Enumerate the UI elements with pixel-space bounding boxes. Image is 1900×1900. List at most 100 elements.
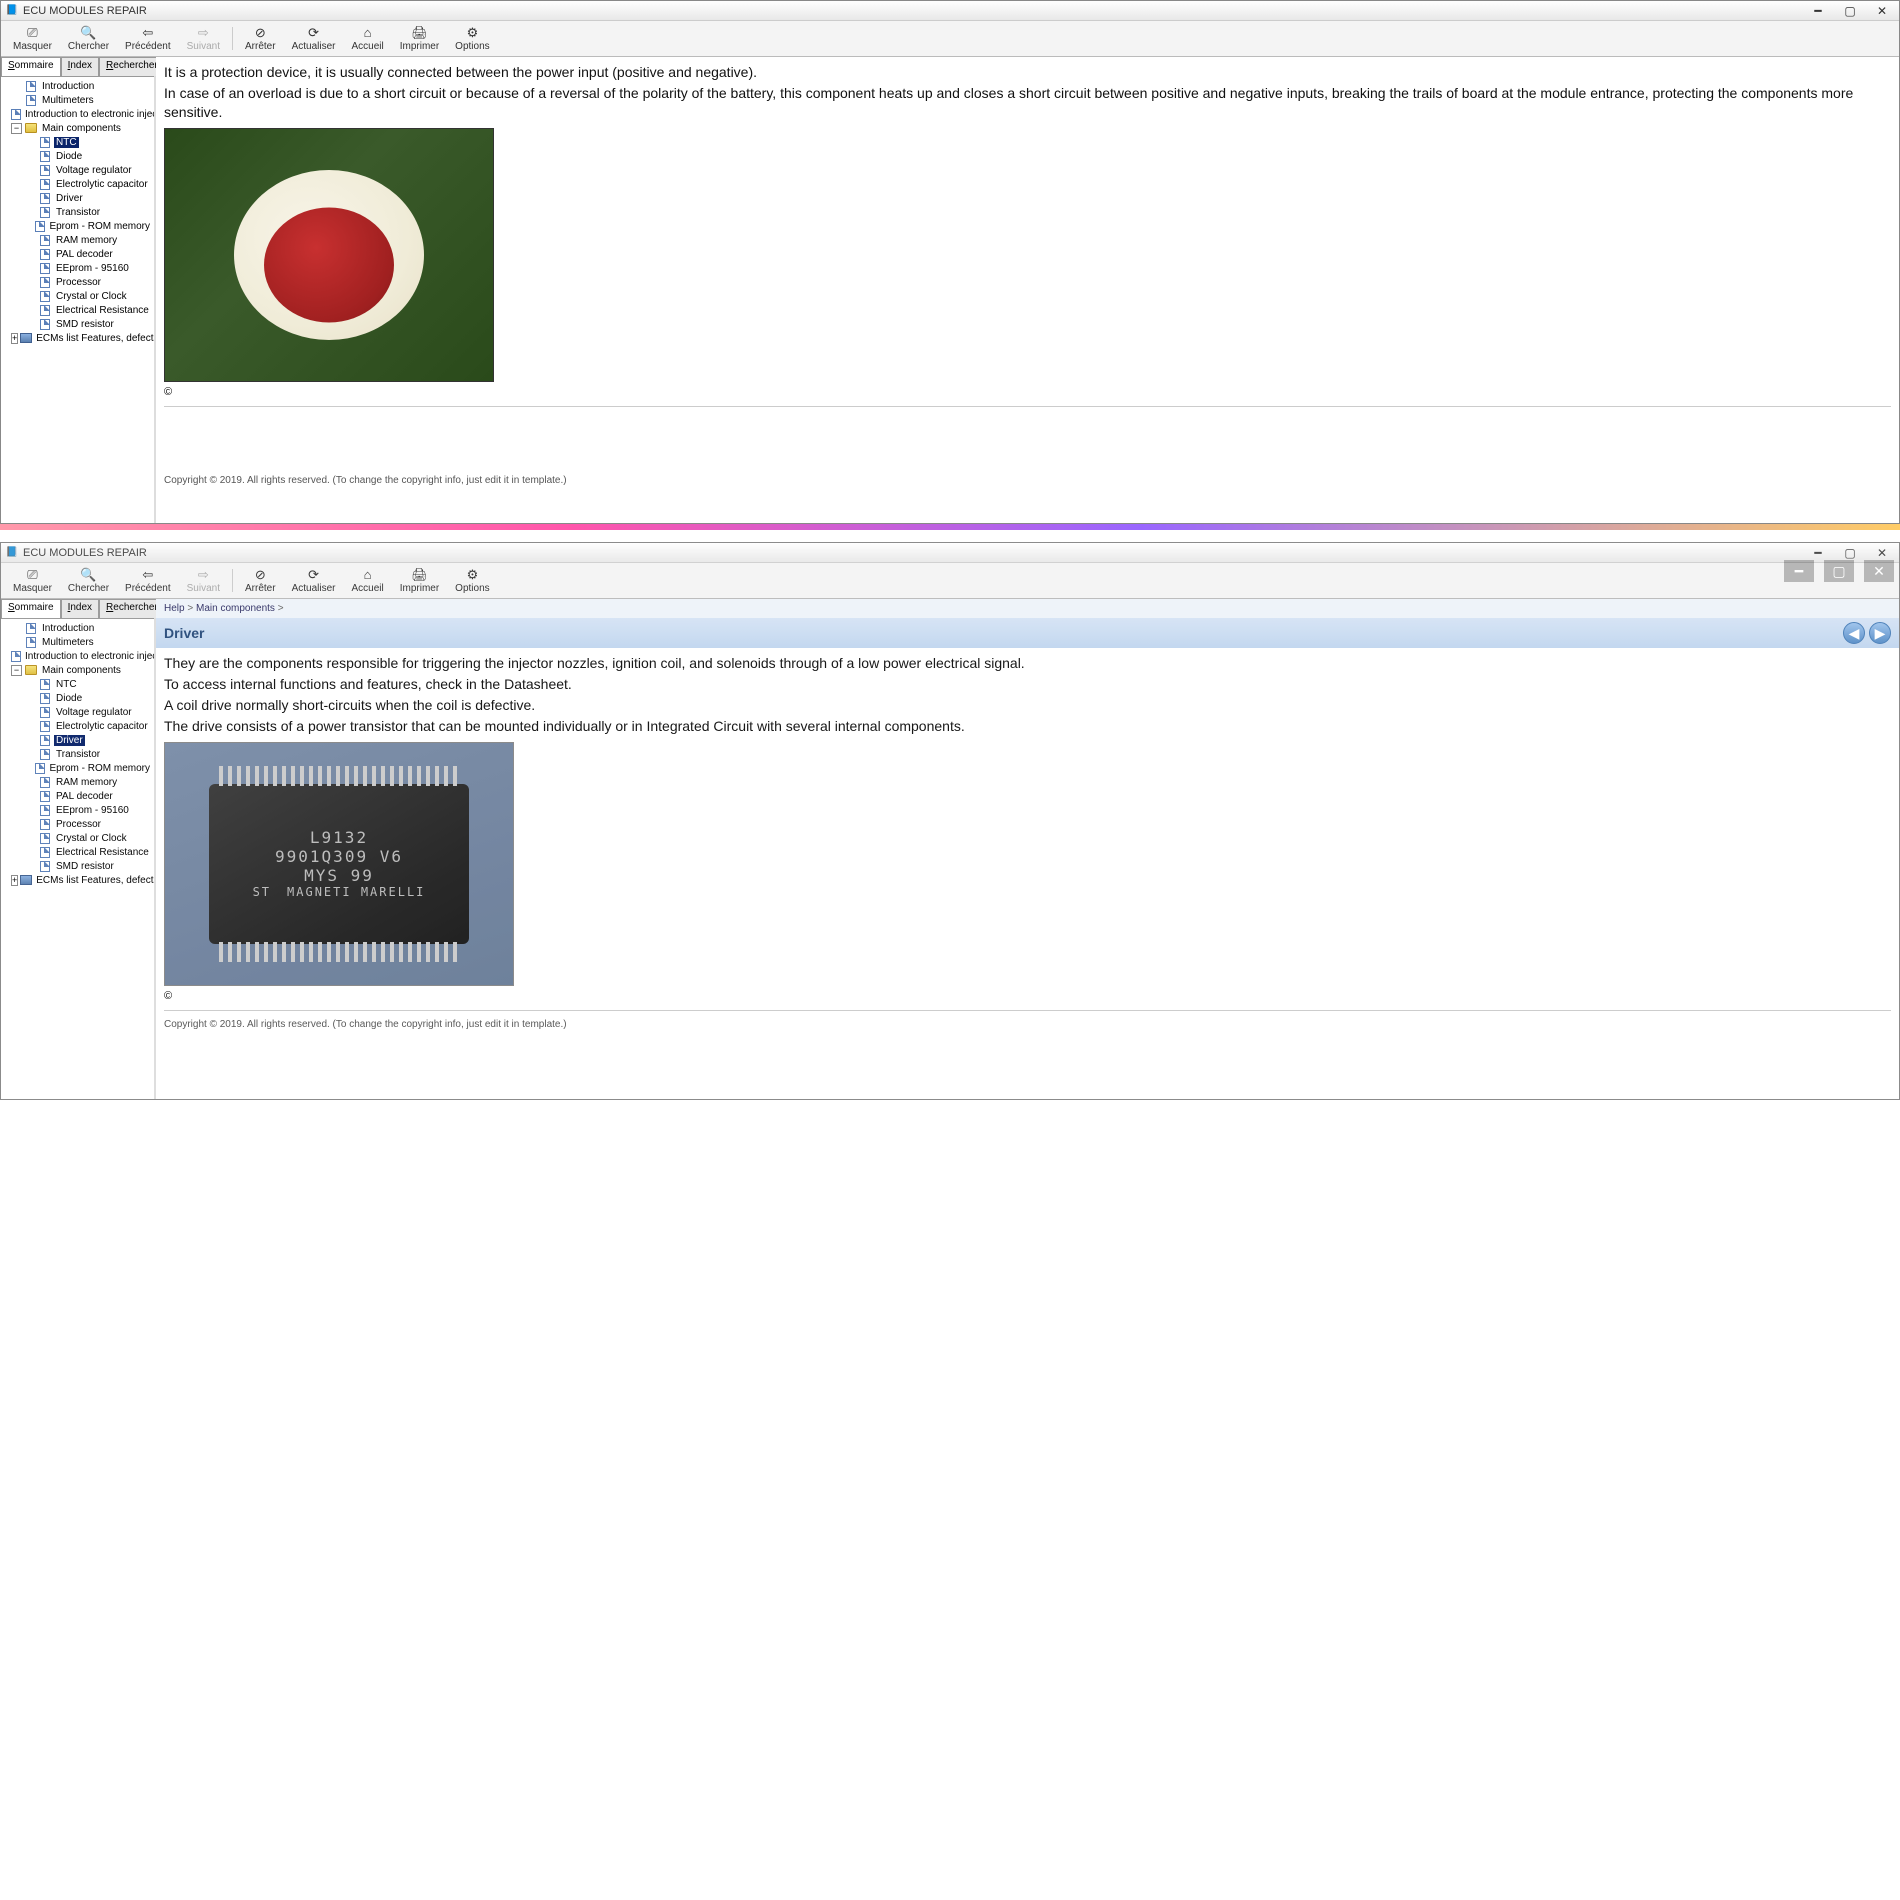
tab-index[interactable]: Index xyxy=(61,57,99,76)
tree-ecms-list[interactable]: +ECMs list Features, defects, and re xyxy=(3,873,152,887)
overlay-close-button[interactable]: ✕ xyxy=(1864,560,1894,582)
home-button[interactable]: ⌂Accueil xyxy=(343,565,391,596)
breadcrumb-help[interactable]: Help xyxy=(164,603,185,614)
tab-index[interactable]: Index xyxy=(61,599,99,618)
tree-smd[interactable]: SMD resistor xyxy=(3,317,152,331)
tree-multimeters[interactable]: Multimeters xyxy=(3,93,152,107)
tree-resistance[interactable]: Electrical Resistance xyxy=(3,303,152,317)
prev-page-button[interactable]: ◀ xyxy=(1843,622,1865,644)
overlay-minimize-button[interactable]: ━ xyxy=(1784,560,1814,582)
tab-rechercher[interactable]: Rechercher xyxy=(99,57,165,76)
tree-multimeters[interactable]: Multimeters xyxy=(3,635,152,649)
hide-button[interactable]: ⎚Masquer xyxy=(5,23,60,54)
page-header: Driver ◀ ▶ xyxy=(156,618,1899,648)
close-button[interactable]: ✕ xyxy=(1869,545,1895,561)
tree-transistor[interactable]: Transistor xyxy=(3,205,152,219)
tree-main-components[interactable]: −Main components xyxy=(3,663,152,677)
chip-brand-marelli: MAGNETI MARELLI xyxy=(287,885,425,899)
breadcrumb: Help > Main components > xyxy=(156,599,1899,618)
tree-processor[interactable]: Processor xyxy=(3,817,152,831)
titlebar[interactable]: 📘 ECU MODULES REPAIR ━ ▢ ✕ xyxy=(1,1,1899,21)
expand-icon[interactable]: + xyxy=(11,875,18,886)
chip-marking-2: 9901Q309 V6 xyxy=(275,847,403,866)
tree-ecms-list[interactable]: +ECMs list Features, defects, and re xyxy=(3,331,152,345)
refresh-button[interactable]: ⟳Actualiser xyxy=(284,565,344,596)
options-button[interactable]: ⚙Options xyxy=(447,23,497,54)
tree-diode[interactable]: Diode xyxy=(3,691,152,705)
tree-introduction[interactable]: Introduction xyxy=(3,621,152,635)
tree-resistance[interactable]: Electrical Resistance xyxy=(3,845,152,859)
tree-eprom[interactable]: Eprom - ROM memory xyxy=(3,219,152,233)
minimize-button[interactable]: ━ xyxy=(1805,3,1831,19)
tree-voltage-regulator[interactable]: Voltage regulator xyxy=(3,705,152,719)
tree-pal[interactable]: PAL decoder xyxy=(3,247,152,261)
tree-introduction[interactable]: Introduction xyxy=(3,79,152,93)
article-body: It is a protection device, it is usually… xyxy=(164,63,1891,122)
tree-ntc[interactable]: NTC xyxy=(3,677,152,691)
minimize-button[interactable]: ━ xyxy=(1805,545,1831,561)
tree-eprom[interactable]: Eprom - ROM memory xyxy=(3,761,152,775)
print-button[interactable]: 🖨Imprimer xyxy=(392,565,447,596)
search-button[interactable]: 🔍Chercher xyxy=(60,23,117,54)
overlay-maximize-button[interactable]: ▢ xyxy=(1824,560,1854,582)
tree-intro-ei[interactable]: Introduction to electronic injection xyxy=(3,649,152,663)
tree-voltage-regulator[interactable]: Voltage regulator xyxy=(3,163,152,177)
tree-crystal[interactable]: Crystal or Clock xyxy=(3,289,152,303)
options-button[interactable]: ⚙Options xyxy=(447,565,497,596)
breadcrumb-main-components[interactable]: Main components xyxy=(196,603,275,614)
refresh-icon: ⟳ xyxy=(306,568,322,582)
chip-brand-st: ST xyxy=(253,885,271,899)
tree-crystal[interactable]: Crystal or Clock xyxy=(3,831,152,845)
tree-intro-ei[interactable]: Introduction to electronic injection xyxy=(3,107,152,121)
ntc-component-photo xyxy=(164,128,494,382)
tab-rechercher[interactable]: Rechercher xyxy=(99,599,165,618)
print-button[interactable]: 🖨Imprimer xyxy=(392,23,447,54)
maximize-button[interactable]: ▢ xyxy=(1837,545,1863,561)
toc-tree[interactable]: Introduction Multimeters Introduction to… xyxy=(1,77,154,523)
tree-processor[interactable]: Processor xyxy=(3,275,152,289)
forward-button: ⇨Suivant xyxy=(179,565,228,596)
tree-electrolytic-capacitor[interactable]: Electrolytic capacitor xyxy=(3,719,152,733)
stop-button[interactable]: ⊘Arrêter xyxy=(237,565,284,596)
tree-ntc[interactable]: NTC xyxy=(3,135,152,149)
toc-tree[interactable]: Introduction Multimeters Introduction to… xyxy=(1,619,154,1099)
maximize-button[interactable]: ▢ xyxy=(1837,3,1863,19)
help-viewer-window-ntc: 📘 ECU MODULES REPAIR ━ ▢ ✕ ⎚Masquer 🔍Che… xyxy=(0,0,1900,524)
tree-driver[interactable]: Driver xyxy=(3,733,152,747)
tab-sommaire[interactable]: SSommaireommaire xyxy=(1,57,61,76)
copyright-symbol: © xyxy=(164,990,1891,1002)
paragraph-2: In case of an overload is due to a short… xyxy=(164,84,1891,122)
tree-transistor[interactable]: Transistor xyxy=(3,747,152,761)
tree-pal[interactable]: PAL decoder xyxy=(3,789,152,803)
print-icon: 🖨 xyxy=(411,26,427,40)
hide-button[interactable]: ⎚Masquer xyxy=(5,565,60,596)
search-button[interactable]: 🔍Chercher xyxy=(60,565,117,596)
tree-eeprom[interactable]: EEprom - 95160 xyxy=(3,803,152,817)
close-button[interactable]: ✕ xyxy=(1869,3,1895,19)
collapse-icon[interactable]: − xyxy=(11,123,22,134)
expand-icon[interactable]: + xyxy=(11,333,18,344)
tree-ram[interactable]: RAM memory xyxy=(3,775,152,789)
tree-diode[interactable]: Diode xyxy=(3,149,152,163)
content-pane[interactable]: Help > Main components > Driver ◀ ▶ They… xyxy=(156,599,1899,1099)
tree-ram[interactable]: RAM memory xyxy=(3,233,152,247)
paragraph-3: A coil drive normally short-circuits whe… xyxy=(164,696,1891,715)
home-button[interactable]: ⌂Accueil xyxy=(343,23,391,54)
tree-eeprom[interactable]: EEprom - 95160 xyxy=(3,261,152,275)
back-button[interactable]: ⇦Précédent xyxy=(117,23,179,54)
titlebar[interactable]: 📘 ECU MODULES REPAIR ━ ▢ ✕ xyxy=(1,543,1899,563)
tree-electrolytic-capacitor[interactable]: Electrolytic capacitor xyxy=(3,177,152,191)
sidebar-tabs: Sommaire Index Rechercher Favoris xyxy=(1,599,154,619)
divider xyxy=(164,1010,1891,1011)
collapse-icon[interactable]: − xyxy=(11,665,22,676)
back-button[interactable]: ⇦Précédent xyxy=(117,565,179,596)
chip-marking-3: MYS 99 xyxy=(304,866,374,885)
stop-button[interactable]: ⊘Arrêter xyxy=(237,23,284,54)
tab-sommaire[interactable]: Sommaire xyxy=(1,599,61,618)
tree-smd[interactable]: SMD resistor xyxy=(3,859,152,873)
next-page-button[interactable]: ▶ xyxy=(1869,622,1891,644)
content-pane[interactable]: It is a protection device, it is usually… xyxy=(156,57,1899,523)
refresh-button[interactable]: ⟳Actualiser xyxy=(284,23,344,54)
tree-driver[interactable]: Driver xyxy=(3,191,152,205)
tree-main-components[interactable]: −Main components xyxy=(3,121,152,135)
